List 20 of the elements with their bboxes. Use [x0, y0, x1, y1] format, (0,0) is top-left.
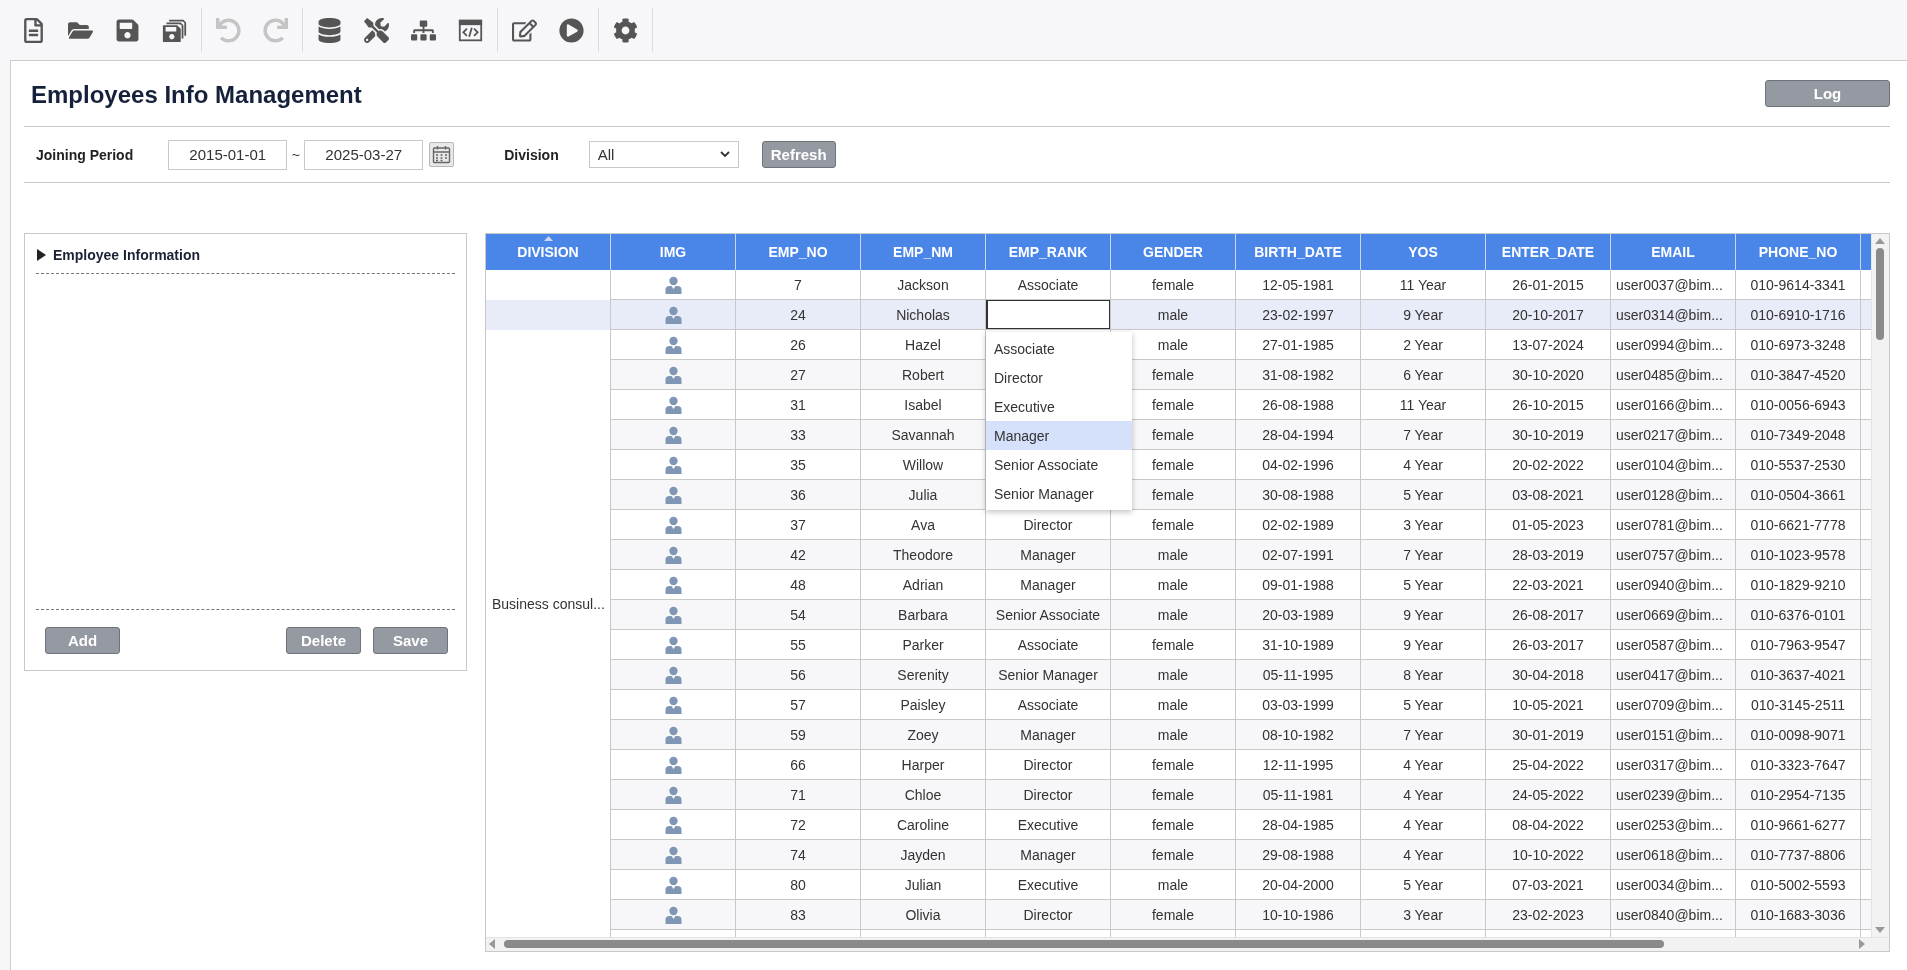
section-title: Employee Information [53, 246, 201, 263]
end-date-field[interactable]: 2025-03-27 [304, 139, 424, 170]
dropdown-option[interactable]: Manager [986, 421, 1132, 450]
joining-period-label: Joining Period [36, 146, 134, 163]
refresh-button[interactable]: Refresh [761, 141, 836, 168]
division-select[interactable]: All [588, 141, 739, 168]
range-separator: ~ [290, 146, 301, 163]
division-cell: Business consul... [486, 270, 611, 937]
save-button[interactable]: Save [373, 626, 448, 654]
dropdown-option[interactable]: Executive [986, 392, 1132, 421]
dropdown-option[interactable]: Senior Associate [986, 450, 1132, 479]
start-date-field[interactable]: 2015-01-01 [168, 139, 288, 170]
delete-button[interactable]: Delete [286, 626, 361, 654]
dropdown-option[interactable]: Senior Manager [986, 479, 1132, 508]
page-title: Employees Info Management [31, 79, 362, 109]
log-button[interactable]: Log [1765, 80, 1890, 107]
add-button[interactable]: Add [45, 626, 120, 654]
dropdown-option[interactable]: Director [986, 363, 1132, 392]
dropdown-option[interactable]: Associate [986, 334, 1132, 363]
division-label: Division [504, 146, 559, 163]
